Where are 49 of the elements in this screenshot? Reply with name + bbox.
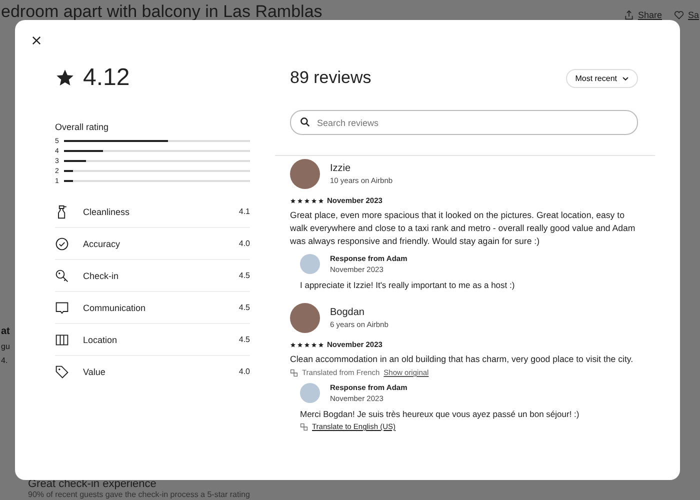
category-name: Communication — [83, 302, 147, 312]
search-field[interactable]: Search reviews — [290, 110, 638, 135]
key-icon — [55, 268, 69, 282]
map-icon — [55, 332, 69, 346]
reviews-count-title: 89 reviews — [290, 68, 372, 88]
response-text: Merci Bogdan! Je suis très heureux que vous ayez passé un bon séjour! :) — [300, 408, 580, 420]
category-score: 4.0 — [238, 239, 250, 248]
chevron-down-icon — [622, 74, 629, 82]
avatar — [290, 303, 320, 333]
listing-action-link[interactable]: Sa — [674, 10, 699, 20]
listing-title: edroom apart with balcony in Las Ramblas — [1, 2, 322, 22]
avatar — [300, 254, 320, 274]
category-score: 4.5 — [238, 335, 250, 344]
reviewer-name: Izzie — [330, 163, 352, 174]
category-score: 4.5 — [238, 303, 250, 312]
category-name: Check-in — [83, 270, 120, 280]
background-text: 4. — [1, 355, 8, 367]
response-text: I appreciate it Izzie! It's really important to me as a host :) — [300, 279, 516, 291]
category-score: 4.0 — [238, 367, 250, 376]
background-text: at — [1, 325, 10, 339]
review-text: Clean accommodation in an old building that has charm, very good place to visit the city. — [290, 353, 634, 366]
category-score: 4.1 — [238, 207, 250, 216]
background-text: gu — [1, 341, 10, 353]
speech-bubble-icon — [55, 300, 69, 314]
tag-icon — [55, 364, 69, 378]
spray-bottle-icon — [55, 204, 69, 218]
share-icon — [624, 10, 634, 20]
average-rating: 4.12 — [83, 64, 130, 92]
category-name: Value — [83, 366, 106, 376]
review-text: Great place, even more spacious that it looked on the pictures. Great location, easy to walk everywhere and close to a taxi rank and metro - overall really good value and Adam was always responsive and friendly. Would stay again for sure :) — [290, 209, 636, 248]
star-icon — [55, 68, 75, 88]
check-circle-icon — [55, 236, 69, 250]
search-icon — [300, 117, 310, 127]
category-score: 4.5 — [238, 271, 250, 280]
sort-dropdown[interactable]: Most recent — [566, 68, 638, 88]
category-name: Cleanliness — [83, 206, 131, 216]
close-icon — [32, 36, 41, 44]
avatar — [290, 159, 320, 189]
reviewer-name: Bogdan — [330, 307, 366, 318]
avatar — [300, 383, 320, 403]
listing-action-link[interactable]: Share — [624, 10, 662, 20]
highlight-title: Great check-in experience — [28, 478, 158, 490]
category-name: Location — [83, 334, 118, 344]
section-title: Overall rating — [55, 122, 110, 132]
heart-icon — [674, 10, 684, 20]
category-name: Accuracy — [83, 238, 122, 248]
highlight-text: 90% of recent guests gave the check-in process a 5-star rating — [28, 490, 251, 500]
translate-icon — [300, 422, 308, 430]
translate-icon — [290, 368, 298, 376]
